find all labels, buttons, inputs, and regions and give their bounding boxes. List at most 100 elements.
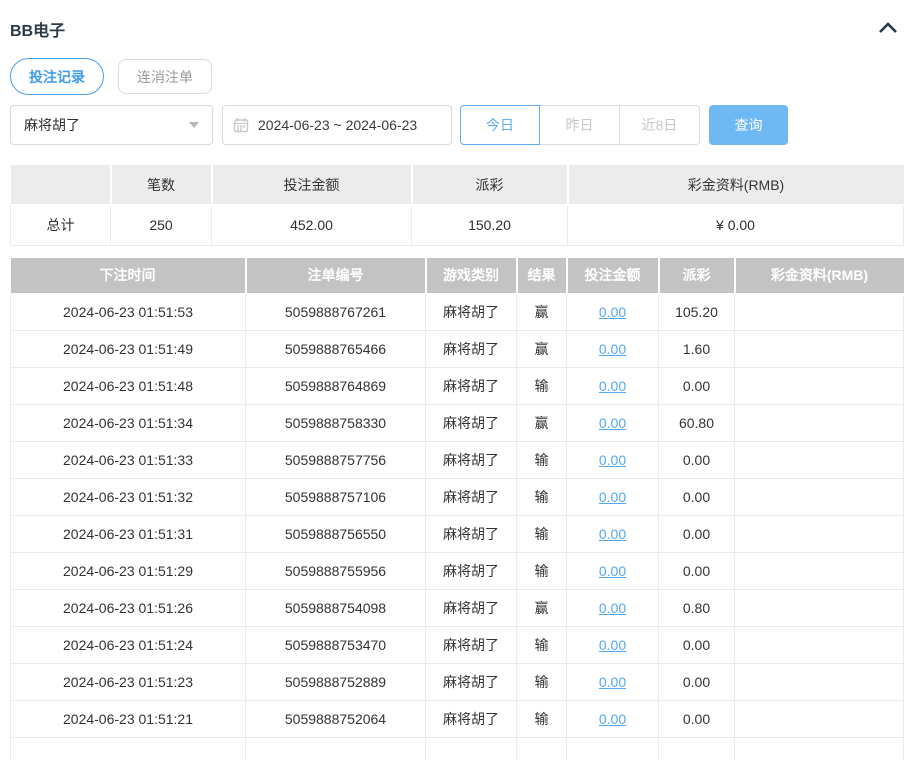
records-header-bet-amount: 投注金额 [566,257,660,295]
bet-time-cell: 2024-06-23 01:51:31 [10,515,246,553]
tab-cancelled-orders[interactable]: 连消注单 [118,59,212,94]
bet-amount-cell: 0.00 [566,330,659,368]
bet-amount-cell: 0.00 [566,700,659,738]
bet-time-cell: 2024-06-23 01:51:26 [10,589,246,627]
summary-total-bonus: ¥ 0.00 [567,204,904,246]
bet-amount-link[interactable]: 0.00 [599,304,626,320]
order-id-cell: 5059888753470 [245,626,426,664]
records-body: 2024-06-23 01:51:53 5059888767261 麻将胡了 赢… [10,293,904,760]
bet-amount-link[interactable]: 0.00 [599,452,626,468]
panel-header: BB电子 [10,0,903,44]
bet-amount-cell: 0.00 [566,293,659,331]
bonus-cell [734,478,904,516]
bet-amount-link[interactable]: 0.00 [599,637,626,653]
bet-amount-link[interactable]: 0.00 [599,600,626,616]
bet-time-cell: 2024-06-23 01:51:33 [10,441,246,479]
bet-time-cell: 2024-06-23 01:51:21 [10,700,246,738]
bonus-cell [734,367,904,405]
search-button[interactable]: 查询 [709,105,788,145]
table-row: 2024-06-23 01:51:49 5059888765466 麻将胡了 赢… [10,330,904,368]
summary-total-label: 总计 [10,204,111,246]
bonus-cell [734,330,904,368]
game-select[interactable]: 麻将胡了 [10,105,213,145]
summary-total-payout: 150.20 [411,204,568,246]
bet-amount-link[interactable]: 0.00 [599,378,626,394]
summary-total-bet-amount: 452.00 [211,204,412,246]
result-cell: 赢 [516,589,567,627]
quick-range-today-button[interactable]: 今日 [460,105,540,145]
tab-bet-records[interactable]: 投注记录 [10,58,104,95]
summary-total-row: 总计 250 452.00 150.20 ¥ 0.00 [10,204,904,246]
table-row: 2024-06-23 01:51:29 5059888755956 麻将胡了 输… [10,552,904,590]
quick-range-group: 今日 昨日 近8日 [460,105,700,145]
page-title: BB电子 [10,23,66,40]
game-type-cell: 麻将胡了 [425,367,517,405]
bet-amount-link[interactable]: 0.00 [599,341,626,357]
game-type-cell: 麻将胡了 [425,589,517,627]
game-type-cell: 麻将胡了 [425,626,517,664]
table-row: 2024-06-23 01:51:32 5059888757106 麻将胡了 输… [10,478,904,516]
caret-down-icon [189,122,199,128]
bet-amount-cell: 0.00 [566,663,659,701]
payout-cell: 0.00 [658,441,735,479]
result-cell: 输 [516,441,567,479]
summary-header-count: 笔数 [110,165,213,206]
bet-amount-cell: 0.00 [566,589,659,627]
game-select-value: 麻将胡了 [24,117,80,133]
bet-time-cell: 2024-06-23 01:51:34 [10,404,246,442]
quick-range-yesterday-button[interactable]: 昨日 [540,105,620,145]
payout-cell: 0.00 [658,700,735,738]
game-type-cell: 麻将胡了 [425,404,517,442]
records-header-payout: 派彩 [658,257,736,295]
order-id-cell: 5059888756550 [245,515,426,553]
order-id-cell: 5059888752889 [245,663,426,701]
payout-cell: 105.20 [658,293,735,331]
bet-amount-cell: 0.00 [566,626,659,664]
game-type-cell [425,737,517,760]
bet-amount-link[interactable]: 0.00 [599,711,626,727]
bet-time-cell: 2024-06-23 01:51:29 [10,552,246,590]
result-cell: 输 [516,478,567,516]
bonus-cell [734,404,904,442]
bonus-cell [734,552,904,590]
order-id-cell: 5059888752064 [245,700,426,738]
summary-header-row: 笔数 投注金额 派彩 彩金资料(RMB) [10,165,904,206]
date-range-value: 2024-06-23 ~ 2024-06-23 [258,117,418,133]
payout-cell: 0.00 [658,552,735,590]
bet-amount-link[interactable]: 0.00 [599,563,626,579]
order-id-cell: 5059888764869 [245,367,426,405]
result-cell: 输 [516,515,567,553]
bet-amount-cell: 0.00 [566,367,659,405]
quick-range-last8days-button[interactable]: 近8日 [620,105,700,145]
result-cell: 赢 [516,293,567,331]
result-cell: 输 [516,552,567,590]
table-row: 2024-06-23 01:51:53 5059888767261 麻将胡了 赢… [10,293,904,331]
bet-time-cell: 2024-06-23 01:51:53 [10,293,246,331]
game-type-cell: 麻将胡了 [425,552,517,590]
bet-amount-cell: 0.00 [566,404,659,442]
game-type-cell: 麻将胡了 [425,441,517,479]
table-row: 2024-06-23 01:51:23 5059888752889 麻将胡了 输… [10,663,904,701]
bet-amount-link[interactable]: 0.00 [599,526,626,542]
summary-header-bet-amount: 投注金额 [211,165,413,206]
bet-time-cell: 2024-06-23 01:51:48 [10,367,246,405]
summary-header-bonus: 彩金资料(RMB) [567,165,904,206]
order-id-cell: 5059888765466 [245,330,426,368]
bet-time-cell [10,737,246,760]
bonus-cell [734,589,904,627]
date-range-input[interactable]: 2024-06-23 ~ 2024-06-23 [222,105,452,145]
records-header-row: 下注时间 注单编号 游戏类别 结果 投注金额 派彩 彩金资料(RMB) [10,257,904,295]
bet-amount-link[interactable]: 0.00 [599,674,626,690]
table-row: 2024-06-23 01:51:26 5059888754098 麻将胡了 赢… [10,589,904,627]
bet-time-cell: 2024-06-23 01:51:49 [10,330,246,368]
bet-amount-link[interactable]: 0.00 [599,489,626,505]
bet-amount-link[interactable]: 0.00 [599,415,626,431]
payout-cell: 0.00 [658,515,735,553]
payout-cell: 0.00 [658,478,735,516]
result-cell: 输 [516,367,567,405]
collapse-panel-button[interactable] [875,16,901,42]
summary-table: 笔数 投注金额 派彩 彩金资料(RMB) 总计 250 452.00 150.2… [10,165,904,246]
payout-cell [658,737,735,760]
records-header-result: 结果 [516,257,568,295]
table-row: 2024-06-23 01:51:33 5059888757756 麻将胡了 输… [10,441,904,479]
